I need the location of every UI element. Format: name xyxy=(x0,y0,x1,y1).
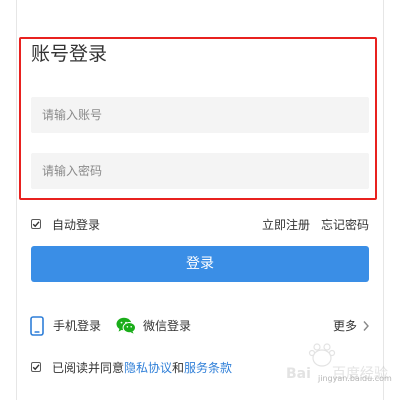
chevron-right-icon[interactable] xyxy=(362,320,370,332)
auto-login-label[interactable]: 自动登录 xyxy=(52,217,100,233)
more-link[interactable]: 更多 xyxy=(333,318,357,334)
agreement-text: 已阅读并同意隐私协议和服务条款 xyxy=(52,360,232,376)
agreement-checkbox[interactable] xyxy=(31,362,41,372)
check-icon xyxy=(32,221,40,228)
check-icon xyxy=(32,364,40,371)
watermark-url: jingyan.baidu.com xyxy=(318,374,392,383)
baidu-jingyan-watermark-logo: Bai 百度经验 xyxy=(286,343,388,382)
agreement-and: 和 xyxy=(172,361,185,375)
left-border xyxy=(16,0,17,400)
login-button[interactable]: 登录 xyxy=(31,246,369,282)
wechat-login-link[interactable]: 微信登录 xyxy=(143,318,191,334)
phone-login-link[interactable]: 手机登录 xyxy=(53,318,101,334)
auto-login-checkbox[interactable] xyxy=(31,219,41,229)
forgot-password-link[interactable]: 忘记密码 xyxy=(321,217,369,233)
wechat-icon[interactable] xyxy=(116,317,136,334)
terms-of-service-link[interactable]: 服务条款 xyxy=(184,361,232,375)
svg-text:Bai: Bai xyxy=(286,366,311,382)
register-link[interactable]: 立即注册 xyxy=(262,217,310,233)
password-input[interactable] xyxy=(31,153,369,189)
privacy-policy-link[interactable]: 隐私协议 xyxy=(124,361,172,375)
phone-icon[interactable] xyxy=(30,316,44,336)
agreement-prefix: 已阅读并同意 xyxy=(52,361,125,375)
page-title: 账号登录 xyxy=(31,43,108,65)
login-page: 账号登录 自动登录 立即注册 忘记密码 登录 手机登录 微信登录 更多 已阅读并… xyxy=(0,0,400,400)
account-input[interactable] xyxy=(31,97,369,133)
